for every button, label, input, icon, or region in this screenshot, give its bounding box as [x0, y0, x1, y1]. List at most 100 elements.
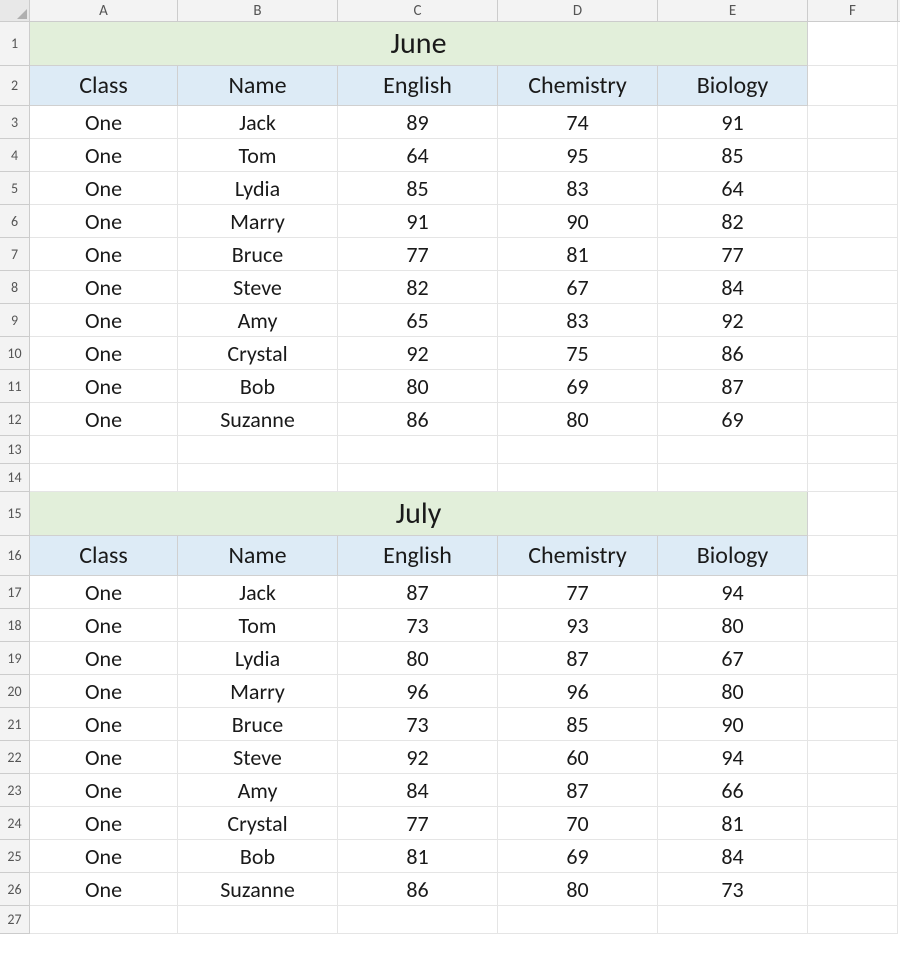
cell[interactable]: 92	[658, 304, 808, 337]
cell[interactable]: 93	[498, 609, 658, 642]
cell[interactable]: Crystal	[178, 337, 338, 370]
header-name[interactable]: Name	[178, 536, 338, 576]
col-header-B[interactable]: B	[178, 0, 338, 21]
cell[interactable]: 85	[498, 708, 658, 741]
row-header-23[interactable]: 23	[0, 774, 30, 807]
row-header-24[interactable]: 24	[0, 807, 30, 840]
row-header-19[interactable]: 19	[0, 642, 30, 675]
cell[interactable]	[808, 370, 898, 403]
row-header-27[interactable]: 27	[0, 906, 30, 934]
row-header-25[interactable]: 25	[0, 840, 30, 873]
cell[interactable]	[30, 436, 178, 464]
cell[interactable]: One	[30, 675, 178, 708]
cell[interactable]: One	[30, 271, 178, 304]
cell[interactable]	[808, 492, 898, 536]
cell[interactable]: 67	[498, 271, 658, 304]
cell[interactable]	[808, 304, 898, 337]
cell[interactable]: 84	[658, 271, 808, 304]
cell[interactable]: Tom	[178, 139, 338, 172]
cell[interactable]: 65	[338, 304, 498, 337]
spreadsheet[interactable]: A B C D E F 1 June 2 Class Name English …	[0, 0, 900, 957]
row-header-2[interactable]: 2	[0, 66, 30, 106]
cell[interactable]: Bob	[178, 370, 338, 403]
cell[interactable]: One	[30, 642, 178, 675]
cell[interactable]	[808, 576, 898, 609]
cell[interactable]: One	[30, 172, 178, 205]
cell[interactable]: 80	[338, 642, 498, 675]
cell[interactable]	[808, 536, 898, 576]
row-header-22[interactable]: 22	[0, 741, 30, 774]
cell[interactable]: 92	[338, 337, 498, 370]
cell[interactable]: 60	[498, 741, 658, 774]
row-header-17[interactable]: 17	[0, 576, 30, 609]
cell[interactable]	[808, 675, 898, 708]
row-header-5[interactable]: 5	[0, 172, 30, 205]
cell[interactable]: One	[30, 205, 178, 238]
cell[interactable]	[808, 106, 898, 139]
cell[interactable]: 87	[658, 370, 808, 403]
cell[interactable]	[808, 873, 898, 906]
cell[interactable]: Tom	[178, 609, 338, 642]
cell[interactable]	[658, 436, 808, 464]
cell[interactable]: 77	[338, 807, 498, 840]
cell[interactable]: 74	[498, 106, 658, 139]
cell[interactable]	[338, 906, 498, 934]
cell[interactable]: 86	[658, 337, 808, 370]
col-header-D[interactable]: D	[498, 0, 658, 21]
row-header-20[interactable]: 20	[0, 675, 30, 708]
cell[interactable]: One	[30, 873, 178, 906]
cell[interactable]: One	[30, 609, 178, 642]
row-header-6[interactable]: 6	[0, 205, 30, 238]
cell[interactable]: One	[30, 774, 178, 807]
row-header-3[interactable]: 3	[0, 106, 30, 139]
cell[interactable]: 73	[338, 609, 498, 642]
cell[interactable]: 87	[338, 576, 498, 609]
cell[interactable]: One	[30, 840, 178, 873]
cell[interactable]: 90	[498, 205, 658, 238]
cell[interactable]: 70	[498, 807, 658, 840]
cell[interactable]: 80	[498, 403, 658, 436]
cell[interactable]: 80	[658, 609, 808, 642]
cell[interactable]: One	[30, 238, 178, 271]
june-title[interactable]: June	[30, 22, 808, 66]
cell[interactable]: 67	[658, 642, 808, 675]
cell[interactable]: 83	[498, 304, 658, 337]
cell[interactable]: Marry	[178, 675, 338, 708]
cell[interactable]: 90	[658, 708, 808, 741]
cell[interactable]: 85	[658, 139, 808, 172]
cell[interactable]	[178, 436, 338, 464]
cell[interactable]: Bruce	[178, 238, 338, 271]
cell[interactable]: 84	[338, 774, 498, 807]
cell[interactable]	[498, 436, 658, 464]
cell[interactable]: 66	[658, 774, 808, 807]
cell[interactable]: Suzanne	[178, 403, 338, 436]
cell[interactable]	[30, 906, 178, 934]
cell[interactable]: Bob	[178, 840, 338, 873]
cell[interactable]	[808, 708, 898, 741]
header-english[interactable]: English	[338, 66, 498, 106]
cell[interactable]: 87	[498, 774, 658, 807]
cell[interactable]	[808, 337, 898, 370]
cell[interactable]	[808, 172, 898, 205]
cell[interactable]: 96	[498, 675, 658, 708]
cell[interactable]	[808, 205, 898, 238]
cell[interactable]	[498, 464, 658, 492]
cell[interactable]: One	[30, 708, 178, 741]
cell[interactable]: 95	[498, 139, 658, 172]
row-header-8[interactable]: 8	[0, 271, 30, 304]
cell[interactable]	[808, 464, 898, 492]
cell[interactable]: One	[30, 807, 178, 840]
cell[interactable]: One	[30, 139, 178, 172]
row-header-10[interactable]: 10	[0, 337, 30, 370]
cell[interactable]: 96	[338, 675, 498, 708]
cell[interactable]: Marry	[178, 205, 338, 238]
july-title[interactable]: July	[30, 492, 808, 536]
row-header-18[interactable]: 18	[0, 609, 30, 642]
cell[interactable]	[808, 271, 898, 304]
cell[interactable]: One	[30, 106, 178, 139]
row-header-12[interactable]: 12	[0, 403, 30, 436]
cell[interactable]: Jack	[178, 106, 338, 139]
col-header-A[interactable]: A	[30, 0, 178, 21]
cell[interactable]	[808, 22, 898, 66]
cell[interactable]	[178, 464, 338, 492]
